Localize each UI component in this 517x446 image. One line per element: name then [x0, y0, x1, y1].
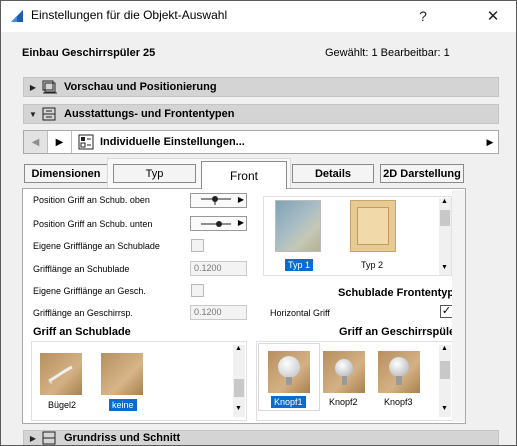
expand-arrow-icon: ▶ — [29, 433, 37, 443]
param-label: Grifflänge an Schublade — [33, 264, 130, 274]
param-label: Grifflänge an Geschirrsp. — [33, 308, 133, 318]
handle-buegel2-image[interactable] — [40, 353, 82, 395]
param-label: Eigene Grifflänge an Schublade — [33, 241, 160, 251]
handle-position-picker-bottom[interactable]: ▶ — [190, 216, 247, 231]
scroll-down-icon[interactable]: ▼ — [441, 264, 448, 271]
previous-page-button[interactable]: ◀ — [24, 131, 48, 153]
horizontal-griff-label: Horizontal Griff — [270, 308, 330, 318]
tab-dimensionen[interactable]: Dimensionen — [24, 164, 108, 183]
app-icon — [11, 10, 23, 22]
floorplan-section-icon — [42, 431, 56, 445]
scroll-up-icon[interactable]: ▲ — [441, 198, 448, 205]
handle-position-picker-top[interactable]: ▶ — [190, 193, 247, 208]
scroll-down-icon[interactable]: ▼ — [441, 405, 448, 412]
front-type-1-label[interactable]: Typ 1 — [285, 259, 314, 271]
help-button[interactable]: ? — [400, 1, 446, 31]
param-label: Position Griff an Schub. oben — [33, 195, 150, 205]
drawer-handle-section-title: Griff an Schublade — [33, 326, 131, 338]
collapse-arrow-icon: ▼ — [29, 109, 37, 119]
picker-arrow-icon: ▶ — [237, 195, 244, 204]
tab-2d-darstellung[interactable]: 2D Darstellung — [380, 164, 464, 183]
own-drawer-handle-length-checkbox[interactable] — [191, 239, 204, 252]
knob-knopf2-label[interactable]: Knopf2 — [329, 397, 358, 407]
panel-label: Ausstattungs- und Frontentypen — [64, 108, 235, 120]
dishwasher-handle-length-input[interactable]: 0.1200 — [190, 305, 247, 320]
scroll-down-icon[interactable]: ▼ — [235, 405, 242, 412]
scroll-thumb[interactable] — [440, 361, 450, 379]
panel-fittings-fronts[interactable]: ▼ Ausstattungs- und Frontentypen — [23, 104, 499, 124]
object-name: Einbau Geschirrspüler 25 — [22, 47, 156, 59]
tab-typ[interactable]: Typ — [113, 164, 196, 183]
panel-label: Grundriss und Schnitt — [64, 432, 181, 444]
front-type-section-title: Schublade Frontentyp — [338, 287, 455, 299]
panel-floorplan-section[interactable]: ▶ Grundriss und Schnitt — [23, 430, 499, 446]
knob-knopf3-image[interactable] — [378, 351, 420, 393]
window-title: Einstellungen für die Objekt-Auswahl — [31, 8, 228, 22]
front-type-2-image[interactable] — [350, 200, 396, 252]
scroll-up-icon[interactable]: ▲ — [235, 345, 242, 352]
scroll-up-icon[interactable]: ▲ — [441, 345, 448, 352]
custom-settings-icon — [78, 134, 94, 150]
front-type-2-label[interactable]: Typ 2 — [361, 260, 383, 270]
drawer-handle-scrollbar[interactable]: ▲ ▼ — [233, 345, 245, 417]
scroll-thumb[interactable] — [440, 210, 450, 226]
handle-keine-label[interactable]: keine — [109, 399, 137, 411]
parameters-scrollbar[interactable] — [452, 190, 465, 422]
scroll-thumb[interactable] — [234, 379, 244, 397]
dishwasher-handle-section-title: Griff an Geschirrspüler — [339, 326, 460, 338]
page-navigator: ◀ ▶ Individuelle Einstellungen... ▶ — [23, 130, 499, 154]
expand-arrow-icon: ▶ — [29, 82, 37, 92]
handle-position-icon — [201, 196, 231, 205]
panel-label: Vorschau und Positionierung — [64, 81, 217, 93]
page-dropdown-arrow-icon[interactable]: ▶ — [482, 137, 498, 148]
panel-preview-positioning[interactable]: ▶ Vorschau und Positionierung — [23, 77, 499, 97]
handle-buegel2-label[interactable]: Bügel2 — [48, 400, 76, 410]
handle-position-icon — [201, 221, 231, 227]
own-dishwasher-handle-length-checkbox[interactable] — [191, 284, 204, 297]
param-label: Eigene Grifflänge an Gesch. — [33, 286, 146, 296]
tab-front[interactable]: Front — [201, 161, 287, 189]
handle-keine-image[interactable] — [101, 353, 143, 395]
knob-knopf3-label[interactable]: Knopf3 — [384, 397, 413, 407]
preview-positioning-icon — [42, 80, 57, 94]
dishwasher-handle-scrollbar[interactable]: ▲ ▼ — [439, 345, 451, 417]
param-label: Position Griff an Schub. unten — [33, 219, 153, 229]
drawer-handle-length-input[interactable]: 0.1200 — [190, 261, 247, 276]
selection-info: Gewählt: 1 Bearbeitbar: 1 — [325, 47, 450, 59]
front-type-1-image[interactable] — [275, 200, 321, 252]
knob-knopf1-image[interactable] — [268, 351, 310, 393]
knob-knopf2-image[interactable] — [323, 351, 365, 393]
tab-details[interactable]: Details — [292, 164, 374, 183]
page-selector-label[interactable]: Individuelle Einstellungen... — [100, 136, 482, 148]
buegel-handle-icon — [48, 365, 73, 384]
knob-knopf1-label[interactable]: Knopf1 — [271, 396, 306, 408]
front-type-scrollbar[interactable]: ▲ ▼ — [439, 198, 451, 275]
picker-arrow-icon: ▶ — [237, 218, 244, 227]
next-page-button[interactable]: ▶ — [48, 131, 72, 153]
close-button[interactable]: ✕ — [470, 1, 516, 31]
fittings-fronts-icon — [42, 107, 56, 121]
